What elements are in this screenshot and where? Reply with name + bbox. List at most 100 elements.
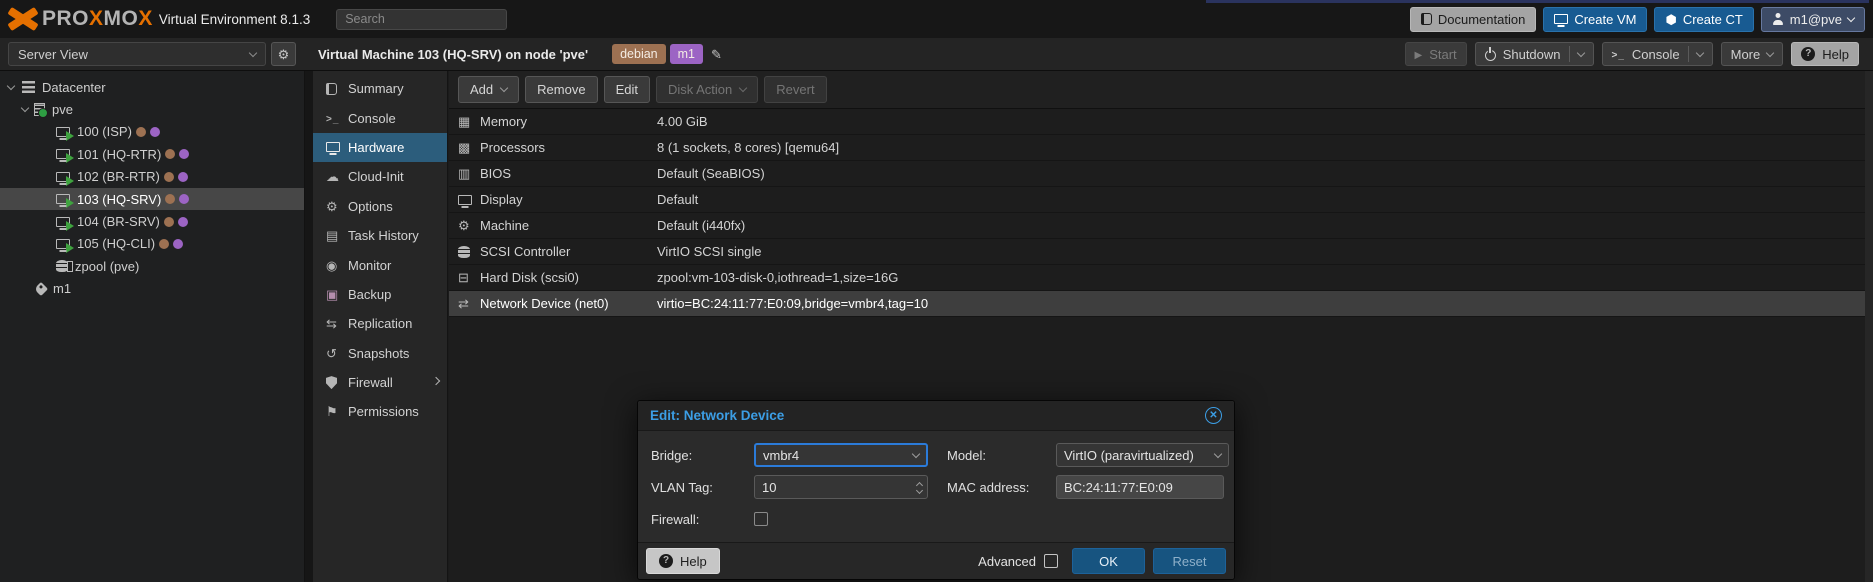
hardware-row-hard-disk[interactable]: Hard Disk (scsi0) zpool:vm-103-disk-0,io… — [449, 265, 1873, 291]
remove-button[interactable]: Remove — [525, 76, 597, 103]
tab-backup[interactable]: Backup — [313, 280, 447, 309]
search-input[interactable] — [336, 9, 507, 30]
advanced-checkbox[interactable] — [1044, 554, 1058, 568]
close-icon[interactable] — [1205, 407, 1222, 424]
start-button[interactable]: Start — [1405, 42, 1467, 66]
tag-debian[interactable]: debian — [612, 44, 666, 64]
tree-item-vm-105[interactable]: 105 (HQ-CLI) — [0, 233, 304, 255]
nav-label: Options — [348, 199, 393, 214]
start-label: Start — [1429, 47, 1456, 62]
shutdown-button[interactable]: Shutdown — [1475, 42, 1594, 66]
container-cube-icon — [1665, 13, 1676, 26]
tree-item-vm-103[interactable]: 103 (HQ-SRV) — [0, 188, 304, 210]
model-combo[interactable] — [1056, 443, 1229, 467]
hardware-name: Network Device (net0) — [480, 296, 657, 311]
chevron-down-icon[interactable] — [1695, 48, 1703, 56]
tab-options[interactable]: Options — [313, 192, 447, 221]
hardware-row-network-device[interactable]: Network Device (net0) virtio=BC:24:11:77… — [449, 291, 1873, 317]
monitor-icon — [1554, 14, 1568, 24]
more-button[interactable]: More — [1721, 42, 1784, 66]
chevron-down-icon — [1766, 48, 1774, 56]
more-label: More — [1731, 47, 1761, 62]
tag-dot-debian — [164, 217, 174, 227]
user-label: m1@pve — [1790, 12, 1842, 27]
vm-running-icon — [56, 239, 70, 249]
panel-splitter[interactable] — [305, 71, 313, 582]
tree-settings-button[interactable] — [271, 42, 296, 66]
datacenter-icon — [22, 81, 35, 93]
hardware-row-display[interactable]: Display Default — [449, 187, 1873, 213]
cpu-icon — [458, 141, 470, 154]
tab-snapshots[interactable]: Snapshots — [313, 339, 447, 368]
tree-item-m1[interactable]: m1 — [0, 278, 304, 300]
edit-tags-icon[interactable] — [711, 48, 722, 61]
tree-item-datacenter[interactable]: Datacenter — [0, 76, 304, 98]
logo-part: X — [138, 7, 153, 30]
create-vm-button[interactable]: Create VM — [1543, 7, 1647, 32]
mac-address-input[interactable] — [1064, 480, 1223, 495]
tab-console[interactable]: Console — [313, 103, 447, 132]
dialog-help-button[interactable]: Help — [646, 548, 720, 574]
reset-label: Reset — [1173, 554, 1207, 569]
view-selector[interactable]: Server View — [8, 42, 266, 66]
hardware-row-machine[interactable]: Machine Default (i440fx) — [449, 213, 1873, 239]
spinner-arrows-icon[interactable] — [911, 481, 927, 493]
console-button[interactable]: Console — [1602, 42, 1713, 66]
collapse-chevron-icon[interactable] — [7, 81, 15, 89]
revert-button[interactable]: Revert — [764, 76, 826, 103]
tree-item-vm-102[interactable]: 102 (BR-RTR) — [0, 166, 304, 188]
tab-task-history[interactable]: Task History — [313, 221, 447, 250]
tab-hardware[interactable]: Hardware — [313, 133, 447, 162]
vlan-tag-spinner[interactable] — [754, 475, 928, 499]
vlan-tag-label: VLAN Tag: — [651, 480, 754, 495]
tree-item-vm-100[interactable]: 100 (ISP) — [0, 121, 304, 143]
chevron-down-icon[interactable] — [1576, 48, 1584, 56]
disk-action-button[interactable]: Disk Action — [656, 76, 758, 103]
top-edge-strip — [1206, 0, 1869, 3]
hardware-row-memory[interactable]: Memory 4.00 GiB — [449, 109, 1873, 135]
add-button[interactable]: Add — [458, 76, 519, 103]
firewall-checkbox[interactable] — [754, 512, 768, 526]
chevron-down-icon[interactable] — [906, 454, 926, 457]
bridge-input[interactable] — [763, 448, 906, 463]
chevron-down-icon[interactable] — [1208, 454, 1228, 457]
shield-icon — [326, 376, 337, 389]
tag-m1[interactable]: m1 — [670, 44, 703, 64]
tab-permissions[interactable]: Permissions — [313, 397, 447, 426]
collapse-chevron-icon[interactable] — [21, 104, 29, 112]
tab-summary[interactable]: Summary — [313, 74, 447, 103]
tab-replication[interactable]: Replication — [313, 309, 447, 338]
tree-item-pve[interactable]: pve — [0, 98, 304, 120]
reset-button[interactable]: Reset — [1153, 548, 1226, 574]
tree-item-label: 105 (HQ-CLI) — [77, 236, 155, 251]
edit-button[interactable]: Edit — [604, 76, 650, 103]
tree-item-vm-104[interactable]: 104 (BR-SRV) — [0, 210, 304, 232]
tab-cloud-init[interactable]: Cloud-Init — [313, 162, 447, 191]
question-icon — [659, 554, 673, 568]
hardware-row-bios[interactable]: BIOS Default (SeaBIOS) — [449, 161, 1873, 187]
tree-item-vm-101[interactable]: 101 (HQ-RTR) — [0, 143, 304, 165]
tab-monitor[interactable]: Monitor — [313, 250, 447, 279]
hardware-value: virtio=BC:24:11:77:E0:09,bridge=vmbr4,ta… — [657, 296, 1873, 311]
user-menu-button[interactable]: m1@pve — [1761, 7, 1865, 32]
vlan-tag-input[interactable] — [762, 480, 911, 495]
mac-address-field[interactable] — [1056, 475, 1224, 499]
tab-firewall[interactable]: Firewall — [313, 368, 447, 397]
help-button[interactable]: Help — [1791, 42, 1859, 66]
vertical-scrollbar[interactable] — [1865, 71, 1873, 582]
console-label: Console — [1632, 47, 1680, 62]
bridge-combo[interactable] — [754, 443, 928, 467]
gear-icon — [326, 200, 338, 213]
ok-button[interactable]: OK — [1072, 548, 1145, 574]
top-bar: PROXMOX Virtual Environment 8.1.3 Docume… — [0, 0, 1873, 38]
dialog-footer: Help Advanced OK Reset — [638, 542, 1234, 579]
hardware-row-scsi-controller[interactable]: SCSI Controller VirtIO SCSI single — [449, 239, 1873, 265]
tree-item-label: 101 (HQ-RTR) — [77, 147, 161, 162]
create-ct-button[interactable]: Create CT — [1654, 7, 1753, 32]
documentation-button[interactable]: Documentation — [1410, 7, 1536, 32]
tree-item-zpool[interactable]: zpool (pve) — [0, 255, 304, 277]
hardware-row-processors[interactable]: Processors 8 (1 sockets, 8 cores) [qemu6… — [449, 135, 1873, 161]
model-input[interactable] — [1064, 448, 1208, 463]
dialog-title-bar[interactable]: Edit: Network Device — [638, 401, 1234, 431]
tree-item-label: 103 (HQ-SRV) — [77, 192, 161, 207]
